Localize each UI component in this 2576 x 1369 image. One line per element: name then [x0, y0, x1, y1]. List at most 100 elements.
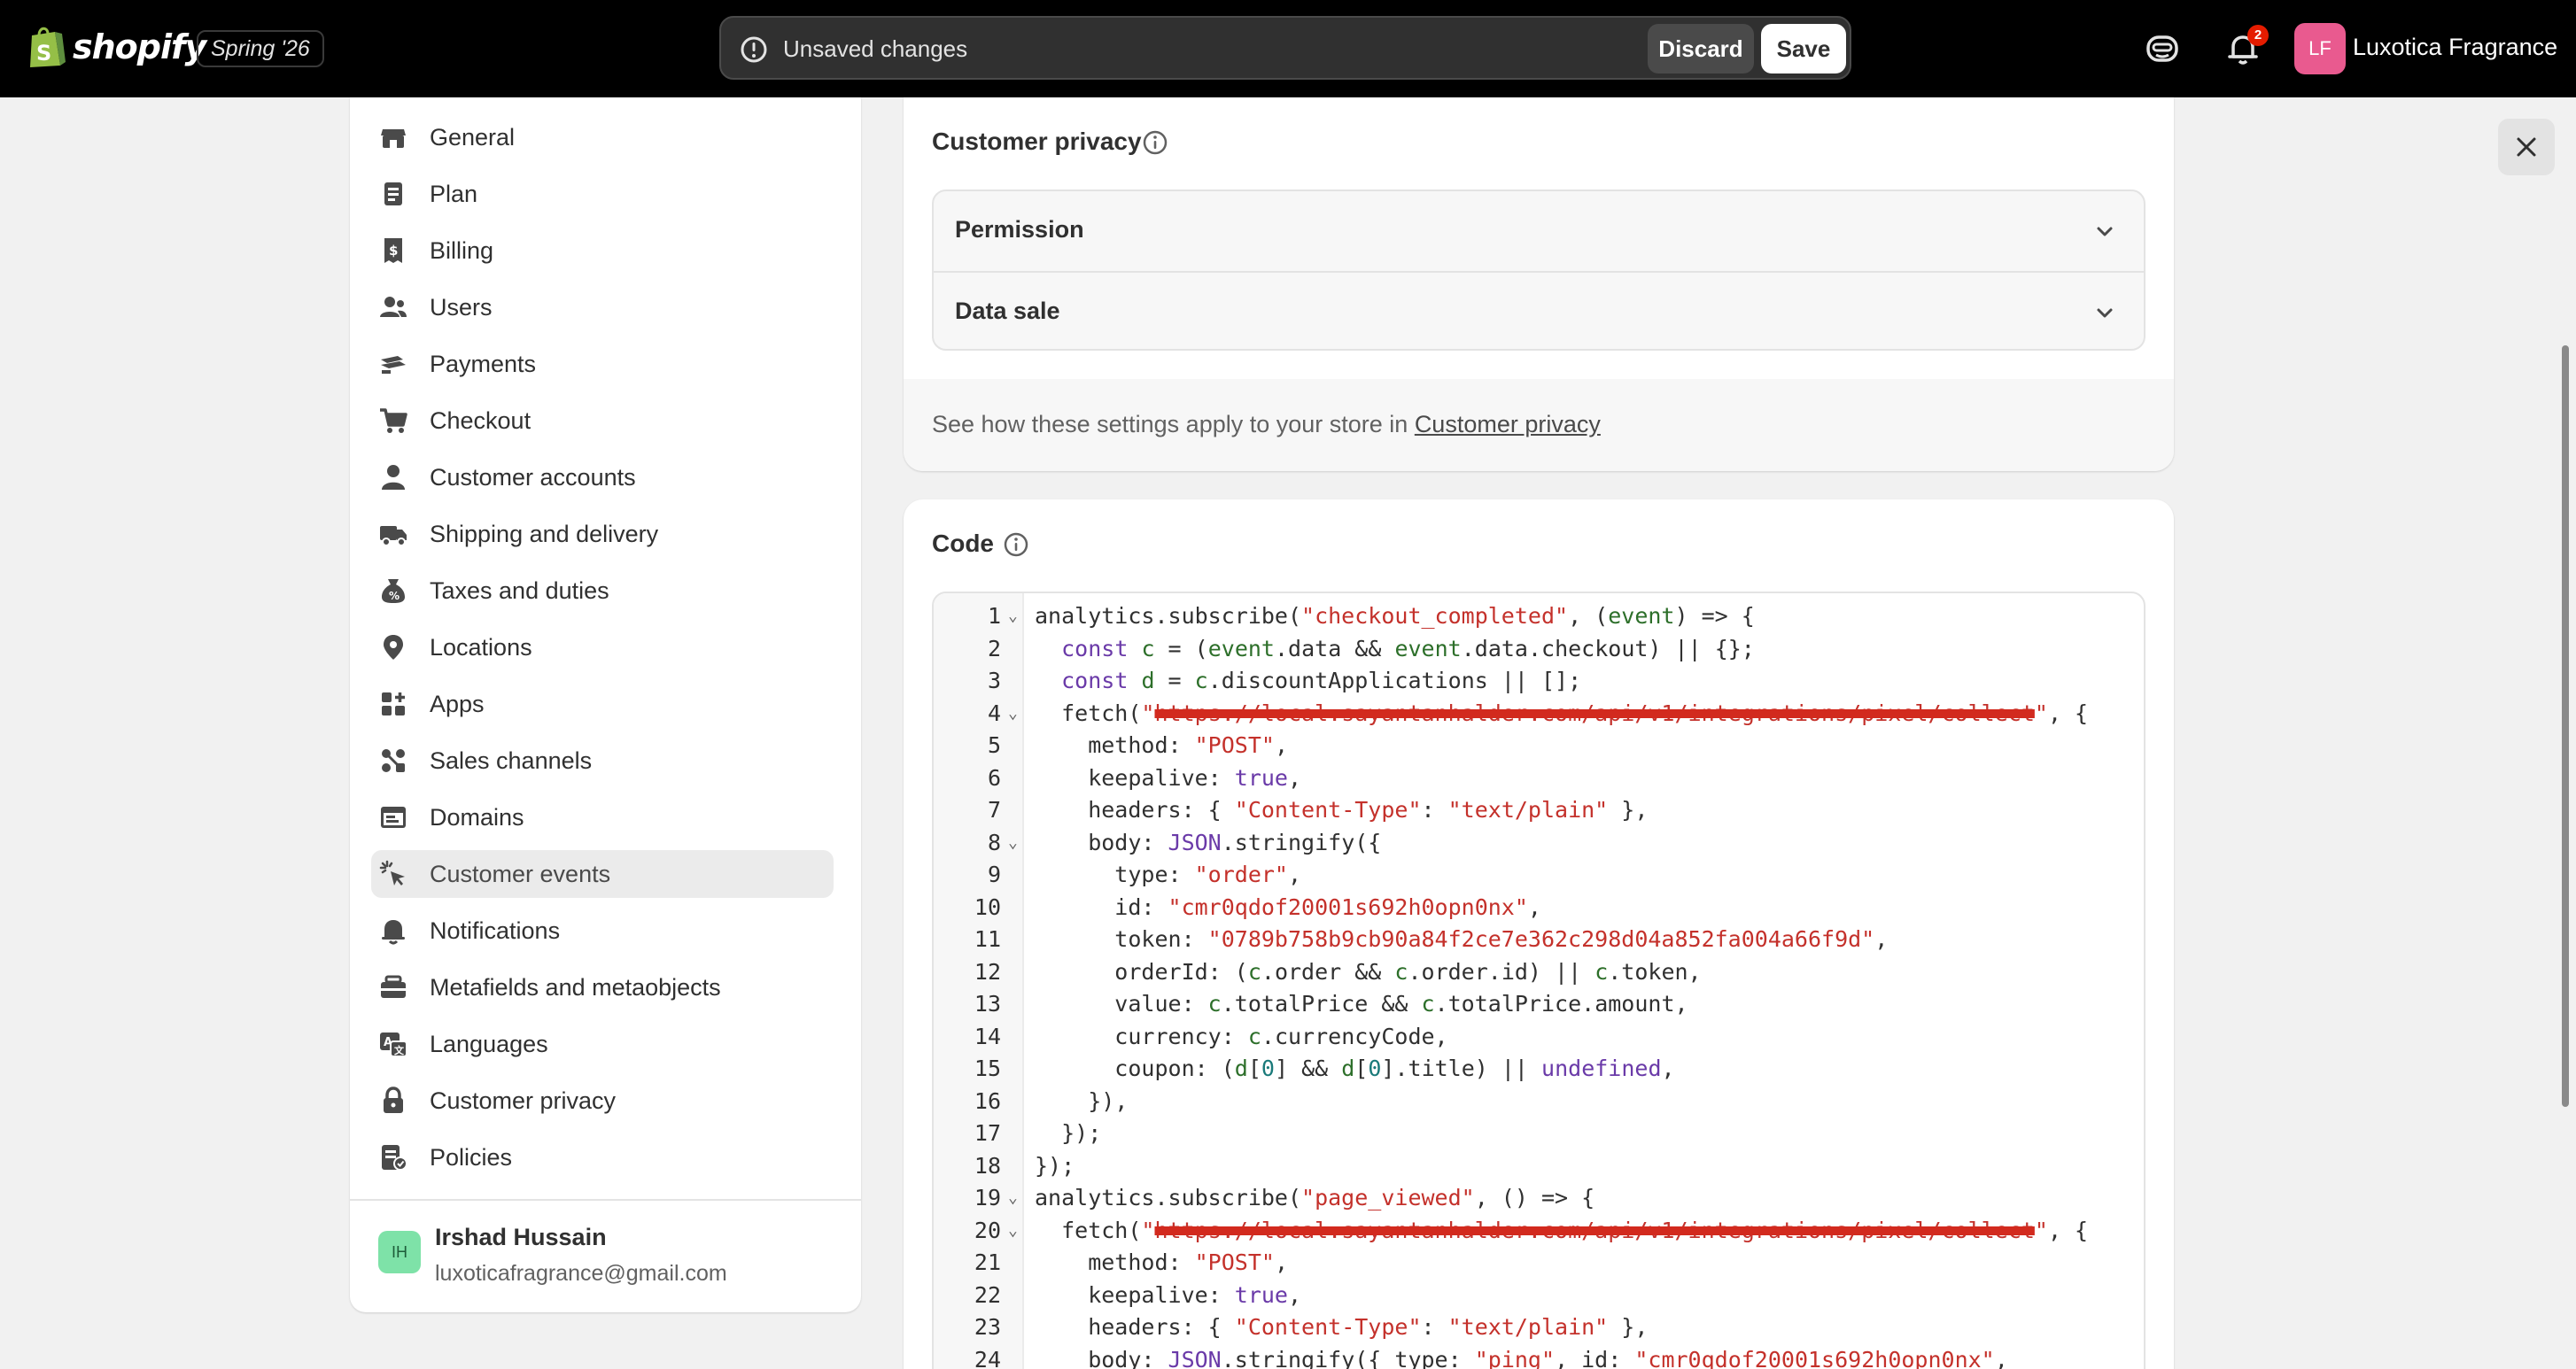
brand-name: shopify [73, 27, 206, 66]
discard-button[interactable]: Discard [1648, 24, 1754, 73]
line-number: 10 [974, 893, 1001, 920]
user-avatar[interactable]: IH [378, 1231, 421, 1273]
privacy-footer-text: See how these settings apply to your sto… [932, 411, 1601, 437]
code-line[interactable]: 24 body: JSON.stringify({ type: "ping", … [934, 1344, 2144, 1369]
domains-icon [381, 807, 406, 828]
top-bar: S shopify Spring '26 Unsaved changes Dis… [0, 0, 2576, 97]
edition-badge[interactable]: Spring '26 [197, 30, 324, 67]
info-icon[interactable] [1003, 531, 1029, 558]
code-line[interactable]: 1 ⌄ analytics.subscribe("checkout_complete… [934, 600, 2144, 632]
code-line[interactable]: 20 ⌄ fetch("https://local.sayantanhalder.… [934, 1215, 2144, 1247]
sidebar-item-checkout[interactable]: Checkout [371, 397, 834, 445]
sidebar-item-sales-channels[interactable]: Sales channels [371, 737, 834, 785]
policies-icon [382, 1145, 407, 1171]
sidebar-item-payments[interactable]: Payments [371, 340, 834, 388]
sidebar-item-customer-accounts[interactable]: Customer accounts [371, 453, 834, 501]
sidebar-item-metafields[interactable]: Metafields and metaobjects [371, 963, 834, 1011]
sidebar-item-apps[interactable]: Apps [371, 680, 834, 728]
code-line[interactable]: 8 ⌄ body: JSON.stringify({ [934, 827, 2144, 859]
sidebar-item-locations[interactable]: Locations [371, 623, 834, 671]
data-sale-label: Data sale [955, 298, 1060, 324]
store-avatar[interactable]: LF [2294, 23, 2346, 74]
sidebar-item-customer-events[interactable]: Customer events [371, 850, 834, 898]
code-line[interactable]: 4 ⌄ fetch("https://local.sayantanhalder.c… [934, 698, 2144, 730]
customer-privacy-title: Customer privacy [932, 128, 1142, 155]
code-line[interactable]: 6 keepalive: true, [934, 762, 2144, 794]
sidebar-item-billing[interactable]: $ Billing [371, 227, 834, 275]
shopify-logo[interactable]: S shopify [27, 21, 206, 73]
sidebar-item-policies[interactable]: Policies [371, 1133, 834, 1181]
info-icon[interactable] [1142, 129, 1168, 156]
chevron-down-icon [2097, 308, 2113, 318]
unsaved-changes-bar: Unsaved changes Discard Save [719, 16, 1851, 80]
fold-chevron-icon[interactable]: ⌄ [1008, 698, 1018, 730]
store-name[interactable]: Luxotica Fragrance [2353, 34, 2557, 61]
lock-icon [384, 1087, 403, 1113]
line-number: 17 [974, 1120, 1001, 1146]
code-line[interactable]: 17 }); [934, 1118, 2144, 1149]
privacy-accordion: Permission Data sale [932, 189, 2145, 351]
sidekick-icon[interactable] [2144, 30, 2181, 67]
fold-chevron-icon[interactable]: ⌄ [1008, 600, 1018, 632]
code-line[interactable]: 5 method: "POST", [934, 730, 2144, 762]
bell-icon [382, 920, 405, 945]
apps-icon [382, 692, 405, 715]
sidebar-item-customer-privacy[interactable]: Customer privacy [371, 1077, 834, 1125]
sidebar-item-plan[interactable]: Plan [371, 170, 834, 218]
user-name[interactable]: Irshad Hussain [435, 1224, 607, 1251]
code-card: Code 1 ⌄ analytics.subscribe("checkout_com… [904, 499, 2174, 1369]
code-line[interactable]: 12 orderId: (c.order && c.order.id) || c… [934, 956, 2144, 988]
code-line[interactable]: 2 const c = (event.data && event.data.ch… [934, 633, 2144, 665]
accordion-data-sale[interactable]: Data sale [934, 271, 2144, 351]
line-number: 13 [974, 991, 1001, 1017]
user-email: luxoticafragrance@gmail.com [435, 1261, 727, 1286]
code-line[interactable]: 15 coupon: (d[0] && d[0].title) || undef… [934, 1053, 2144, 1085]
sidebar-item-users[interactable]: Users [371, 283, 834, 331]
sidebar-item-notifications[interactable]: Notifications [371, 907, 834, 955]
line-number: 16 [974, 1087, 1001, 1114]
sidebar-item-languages[interactable]: A文 Languages [371, 1020, 834, 1068]
line-number: 4 [987, 700, 1001, 726]
code-line[interactable]: 13 value: c.totalPrice && c.totalPrice.a… [934, 988, 2144, 1020]
code-text: body: JSON.stringify({ [1035, 829, 1382, 855]
code-line[interactable]: 11 token: "0789b758b9cb90a84f2ce7e362c29… [934, 924, 2144, 955]
code-text: coupon: (d[0] && d[0].title) || undefine… [1035, 1056, 1675, 1081]
code-text: headers: { "Content-Type": "text/plain" … [1035, 797, 1649, 823]
sidebar-item-shipping[interactable]: Shipping and delivery [371, 510, 834, 558]
sidebar-item-domains[interactable]: Domains [371, 793, 834, 841]
fold-chevron-icon[interactable]: ⌄ [1008, 1182, 1018, 1214]
code-text: fetch("https://local.sayantanhalder.com/… [1035, 700, 2089, 726]
code-line[interactable]: 18}); [934, 1150, 2144, 1182]
code-text: id: "cmr0qdof20001s692h0opn0nx", [1035, 893, 1541, 920]
fold-chevron-icon[interactable]: ⌄ [1008, 827, 1018, 859]
code-line[interactable]: 3 const d = c.discountApplications || []… [934, 665, 2144, 697]
sidebar-item-general[interactable]: General [371, 113, 834, 161]
code-text: }); [1035, 1120, 1102, 1146]
code-line[interactable]: 9 type: "order", [934, 859, 2144, 891]
person-icon [382, 465, 405, 490]
close-icon [2517, 137, 2536, 157]
code-text: orderId: (c.order && c.order.id) || c.to… [1035, 958, 1702, 985]
accordion-permission[interactable]: Permission [934, 191, 2144, 271]
customer-privacy-link[interactable]: Customer privacy [1415, 411, 1601, 437]
line-number: 18 [974, 1152, 1001, 1179]
code-line[interactable]: 21 method: "POST", [934, 1247, 2144, 1279]
code-text: method: "POST", [1035, 1249, 1288, 1275]
code-line[interactable]: 22 keepalive: true, [934, 1280, 2144, 1311]
save-button[interactable]: Save [1761, 24, 1846, 73]
sidebar-item-taxes[interactable]: % Taxes and duties [371, 567, 834, 615]
taxes-icon: % [382, 579, 405, 603]
customer-privacy-card: Customer privacy Permission Data sale Se… [904, 97, 2174, 471]
code-line[interactable]: 19 ⌄ analytics.subscribe("page_viewed", ()… [934, 1182, 2144, 1214]
code-text: analytics.subscribe("page_viewed", () =>… [1035, 1185, 1595, 1210]
code-editor[interactable]: 1 ⌄ analytics.subscribe("checkout_complete… [932, 592, 2145, 1369]
code-line[interactable]: 23 headers: { "Content-Type": "text/plai… [934, 1311, 2144, 1343]
code-line[interactable]: 7 headers: { "Content-Type": "text/plain… [934, 794, 2144, 826]
code-line[interactable]: 14 currency: c.currencyCode, [934, 1021, 2144, 1053]
fold-chevron-icon[interactable]: ⌄ [1008, 1215, 1018, 1247]
scrollbar[interactable] [2562, 345, 2569, 1107]
line-number: 3 [987, 668, 1001, 693]
code-line[interactable]: 16 }), [934, 1086, 2144, 1118]
close-settings-button[interactable] [2498, 119, 2555, 175]
code-line[interactable]: 10 id: "cmr0qdof20001s692h0opn0nx", [934, 892, 2144, 924]
